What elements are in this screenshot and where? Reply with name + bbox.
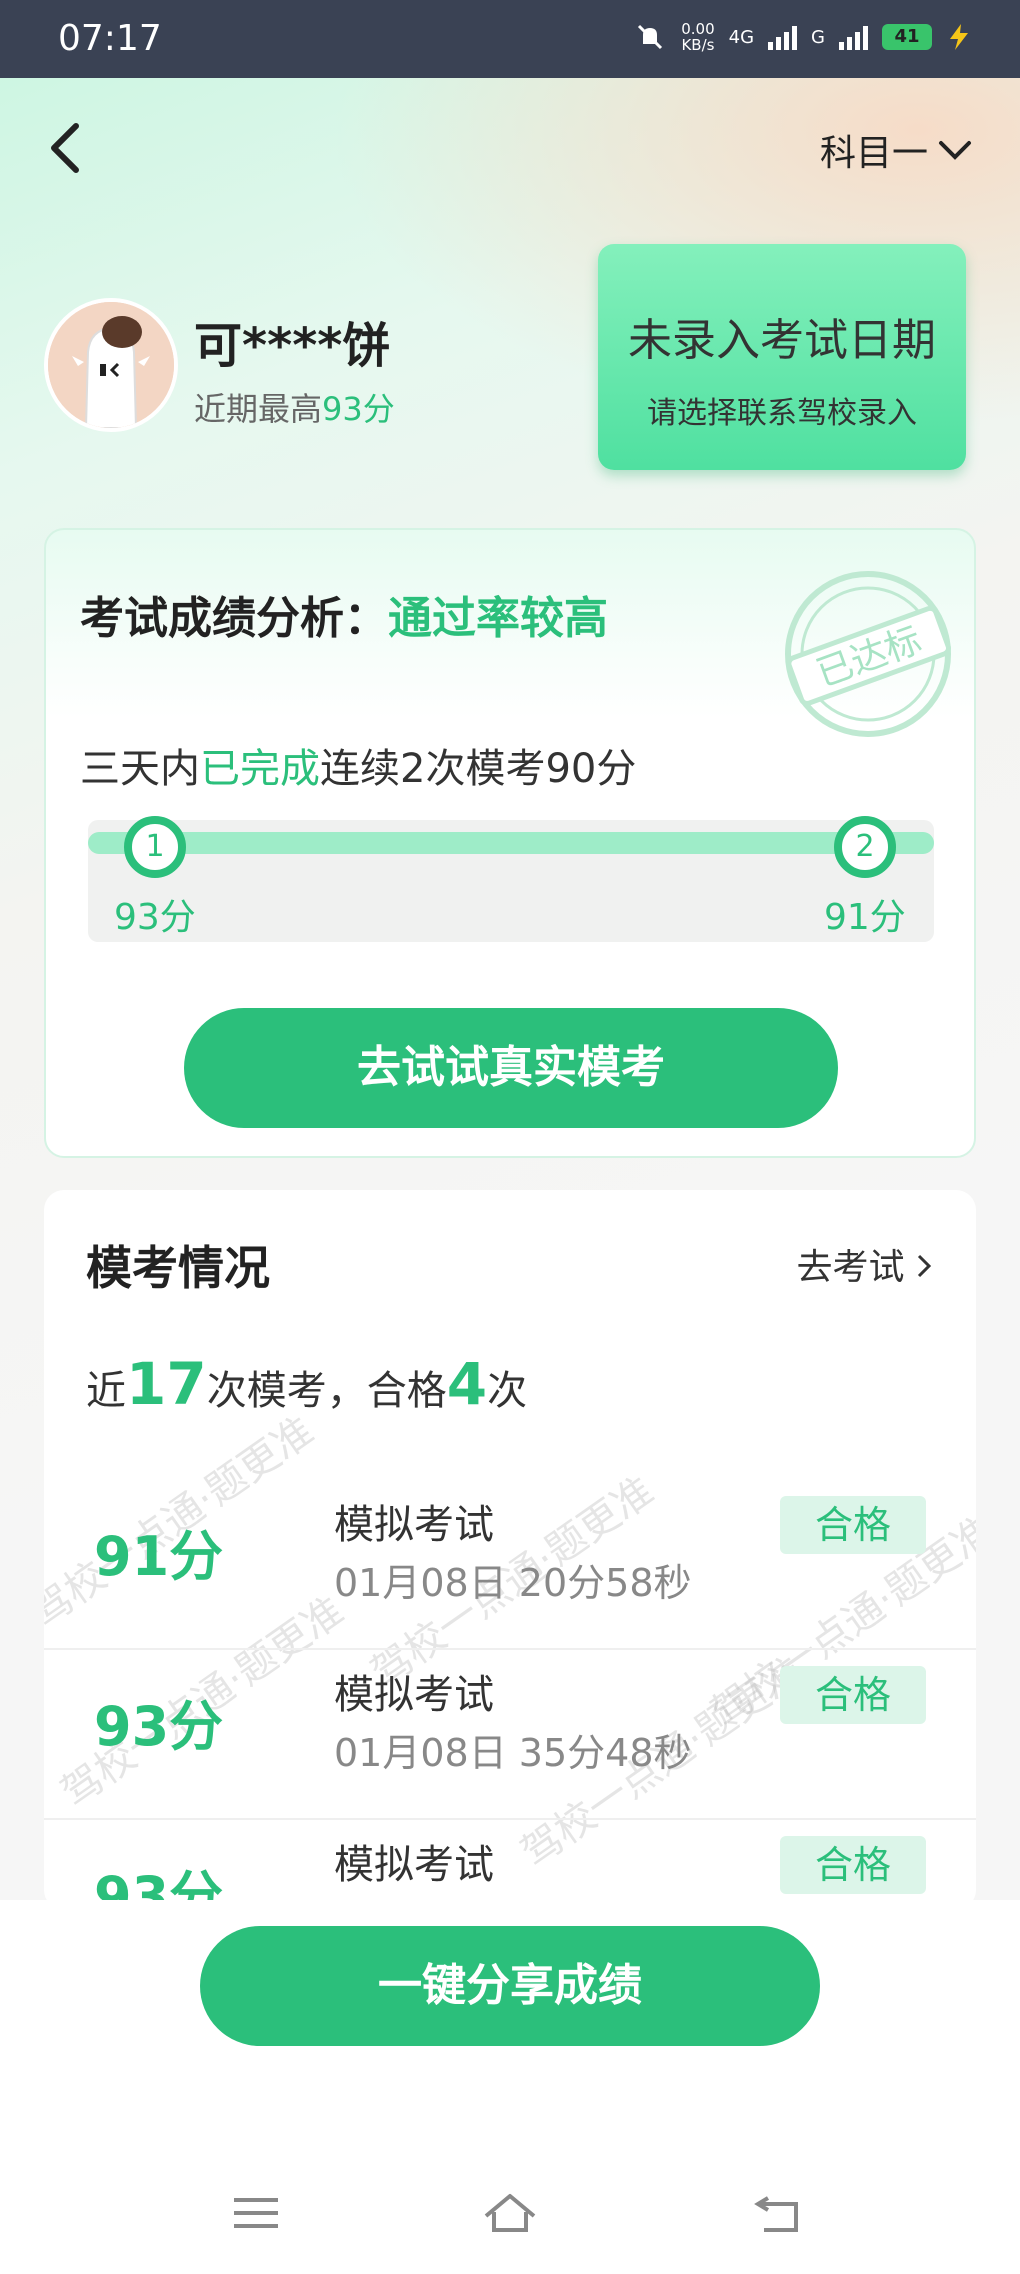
subject-label: 科目一 xyxy=(819,133,928,174)
chevron-right-icon xyxy=(917,1254,932,1278)
back-icon[interactable] xyxy=(46,118,86,178)
battery-icon: 41 xyxy=(882,24,932,50)
signal-bars-2-icon xyxy=(839,24,868,50)
pass-badge: 合格 xyxy=(780,1496,926,1554)
analysis-card: 考试成绩分析：通过率较高 已达标 三天内已完成连续2次模考90分 1 2 93分… xyxy=(44,528,976,1158)
progress-node-1: 1 xyxy=(124,816,186,878)
username: 可****饼 xyxy=(194,318,391,374)
share-score-button[interactable]: 一键分享成绩 xyxy=(200,1926,820,2046)
avatar[interactable] xyxy=(44,298,178,432)
analysis-title: 考试成绩分析：通过率较高 xyxy=(80,593,608,644)
progress-track xyxy=(88,832,934,854)
status-time: 07:17 xyxy=(58,18,162,59)
mute-bell-icon xyxy=(638,24,663,50)
progress-score-1: 93分 xyxy=(114,897,196,938)
row-meta: 01月08日 20分58秒 xyxy=(334,1561,692,1605)
system-nav-bar xyxy=(0,2180,1020,2250)
row-name: 模拟考试 xyxy=(334,1842,494,1888)
mock-row[interactable]: 91分 模拟考试 01月08日 20分58秒 合格 xyxy=(44,1480,976,1650)
try-real-exam-button[interactable]: 去试试真实模考 xyxy=(184,1008,838,1128)
pass-badge: 合格 xyxy=(780,1836,926,1894)
chevron-down-icon xyxy=(939,141,971,160)
mock-title: 模考情况 xyxy=(86,1241,270,1295)
go-exam-link[interactable]: 去考试 xyxy=(797,1238,932,1290)
charging-icon xyxy=(950,24,968,50)
row-meta: 01月08日 35分48秒 xyxy=(334,1731,692,1775)
home-icon[interactable] xyxy=(480,2188,540,2238)
avatar-image xyxy=(48,302,174,428)
recent-best: 近期最高93分 xyxy=(194,390,395,428)
status-icons: 0.00 KB/s 4G G 41 xyxy=(633,20,972,54)
pass-badge: 合格 xyxy=(780,1666,926,1724)
mock-row[interactable]: 93分 模拟考试 合格 xyxy=(44,1820,976,1910)
progress-node-2: 2 xyxy=(834,816,896,878)
exam-date-title: 未录入考试日期 xyxy=(628,315,936,366)
subject-selector[interactable]: 科目一 xyxy=(820,124,972,176)
row-name: 模拟考试 xyxy=(334,1672,494,1718)
status-bar: 07:17 0.00 KB/s 4G G 41 xyxy=(0,0,1020,78)
menu-icon[interactable] xyxy=(226,2188,286,2238)
back-nav-icon[interactable] xyxy=(748,2188,808,2238)
signal-bars-1-icon xyxy=(768,24,798,50)
net-type-4g: 4G xyxy=(728,26,755,48)
qualified-stamp-icon: 已达标 xyxy=(785,571,951,737)
streak-text: 三天内已完成连续2次模考90分 xyxy=(80,746,637,792)
net-speed: 0.00 KB/s xyxy=(681,20,715,54)
progress-score-2: 91分 xyxy=(824,897,906,938)
exam-date-subtitle: 请选择联系驾校录入 xyxy=(647,396,917,431)
mock-summary: 近17次模考，合格4次 xyxy=(86,1350,528,1418)
exam-date-button[interactable]: 未录入考试日期 请选择联系驾校录入 xyxy=(598,244,966,470)
streak-progress: 1 2 93分 91分 xyxy=(88,816,934,942)
row-score: 91分 xyxy=(94,1525,224,1588)
row-name: 模拟考试 xyxy=(334,1502,494,1548)
row-score: 93分 xyxy=(94,1695,224,1758)
net-type-g: G xyxy=(811,26,825,48)
mock-row[interactable]: 93分 模拟考试 01月08日 35分48秒 合格 xyxy=(44,1650,976,1820)
mock-exam-card: 模考情况 去考试 近17次模考，合格4次 驾校一点通·题更准 驾校一点通·题更准… xyxy=(44,1190,976,1910)
